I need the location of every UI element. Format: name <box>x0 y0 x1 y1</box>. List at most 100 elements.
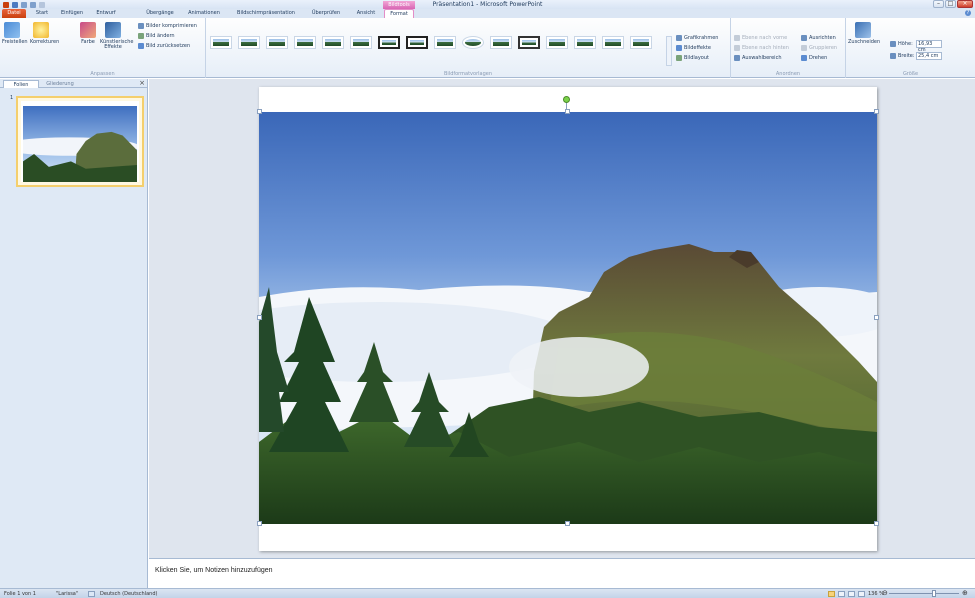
tab-start[interactable]: Start <box>30 9 54 18</box>
picture-style-11[interactable] <box>490 36 512 49</box>
group-label-groesse: Größe <box>902 71 919 77</box>
picture-style-5[interactable] <box>322 36 344 49</box>
resize-handle[interactable] <box>257 315 262 320</box>
notes-pane[interactable]: Klicken Sie, um Notizen hinzuzufügen <box>149 558 975 588</box>
slide-thumbnail[interactable] <box>16 96 144 187</box>
rotation-handle[interactable] <box>563 96 570 103</box>
close-button[interactable]: × <box>957 0 973 8</box>
width-input[interactable]: 25,4 cm <box>916 52 942 60</box>
color-button[interactable]: Farbe <box>78 22 98 45</box>
undo-icon[interactable] <box>21 2 27 8</box>
resize-handle[interactable] <box>257 109 262 114</box>
selection-pane-button[interactable]: Auswahlbereich <box>734 54 782 62</box>
picture-style-10[interactable] <box>462 36 484 49</box>
save-icon[interactable] <box>12 2 18 8</box>
picture-style-preview <box>382 40 396 45</box>
picture-style-2[interactable] <box>238 36 260 49</box>
slides-pane: Folien Gliederung × 1 <box>0 79 148 588</box>
picture-style-1[interactable] <box>210 36 232 49</box>
picture-layout-button[interactable]: Bildlayout <box>676 54 709 62</box>
resize-handle[interactable] <box>257 521 262 526</box>
picture-layout-label: Bildlayout <box>684 55 709 61</box>
customize-qat-icon[interactable] <box>39 2 45 8</box>
compress-pictures-button[interactable]: Bilder komprimieren <box>138 22 197 30</box>
spellcheck-icon[interactable] <box>88 591 95 597</box>
picture-style-16[interactable] <box>630 36 652 49</box>
powerpoint-logo-icon[interactable] <box>3 2 9 8</box>
slideshow-view-icon[interactable] <box>858 591 865 597</box>
tab-view[interactable]: Ansicht <box>350 9 382 18</box>
normal-view-icon[interactable] <box>828 591 835 597</box>
tab-animations[interactable]: Animationen <box>182 9 226 18</box>
picture-style-14[interactable] <box>574 36 596 49</box>
color-icon <box>80 22 96 38</box>
picture-style-12[interactable] <box>518 36 540 49</box>
zoom-in-icon[interactable]: ⊕ <box>962 589 968 597</box>
align-label: Ausrichten <box>809 35 836 41</box>
artistic-effects-button[interactable]: Künstlerische Effekte <box>100 22 133 50</box>
close-pane-icon[interactable]: × <box>139 79 145 87</box>
resize-handle[interactable] <box>874 109 879 114</box>
resize-handle[interactable] <box>874 315 879 320</box>
language-indicator[interactable]: Deutsch (Deutschland) <box>100 590 157 598</box>
rotate-icon <box>801 55 807 61</box>
reset-picture-icon <box>138 43 144 49</box>
maximize-button[interactable]: □ <box>945 0 956 8</box>
tab-slides[interactable]: Folien <box>3 80 39 88</box>
tab-file[interactable]: Datei <box>2 9 26 18</box>
tab-design[interactable]: Entwurf <box>90 9 122 18</box>
slide-info: Folie 1 von 1 <box>4 591 36 597</box>
crop-button[interactable]: Zuschneiden <box>848 22 880 45</box>
notes-placeholder[interactable]: Klicken Sie, um Notizen hinzuzufügen <box>155 567 273 574</box>
resize-handle[interactable] <box>565 109 570 114</box>
zoom-out-icon[interactable]: ⊖ <box>882 589 888 597</box>
change-picture-button[interactable]: Bild ändern <box>138 32 175 40</box>
redo-icon[interactable] <box>30 2 36 8</box>
help-icon[interactable]: ? <box>965 10 971 16</box>
rotate-button[interactable]: Drehen <box>801 54 827 62</box>
quick-access-toolbar <box>3 1 45 9</box>
tab-format[interactable]: Format <box>384 9 414 18</box>
picture-style-6[interactable] <box>350 36 372 49</box>
gallery-scroll-arrows[interactable] <box>666 36 672 66</box>
tab-transitions[interactable]: Übergänge <box>140 9 180 18</box>
picture-style-8[interactable] <box>406 36 428 49</box>
picture-style-4[interactable] <box>294 36 316 49</box>
reading-view-icon[interactable] <box>848 591 855 597</box>
tab-slideshow[interactable]: Bildschirmpräsentation <box>230 9 302 18</box>
resize-handle[interactable] <box>874 521 879 526</box>
reset-picture-button[interactable]: Bild zurücksetzen <box>138 42 190 50</box>
group-objects-button[interactable]: Gruppieren <box>801 44 837 52</box>
tab-review[interactable]: Überprüfen <box>305 9 347 18</box>
tab-outline[interactable]: Gliederung <box>40 80 80 88</box>
artistic-effects-label: Künstlerische Effekte <box>100 39 134 50</box>
slide-canvas[interactable] <box>257 87 879 551</box>
picture-style-15[interactable] <box>602 36 624 49</box>
picture-border-button[interactable]: Grafikrahmen <box>676 34 718 42</box>
align-icon <box>801 35 807 41</box>
picture-style-3[interactable] <box>266 36 288 49</box>
bring-forward-button[interactable]: Ebene nach vorne <box>734 34 787 42</box>
picture-style-7[interactable] <box>378 36 400 49</box>
height-input[interactable]: 16,93 cm <box>916 40 942 53</box>
picture-style-preview <box>633 39 649 46</box>
remove-background-button[interactable]: Freistellen <box>2 22 28 45</box>
remove-background-icon <box>4 22 20 38</box>
align-button[interactable]: Ausrichten <box>801 34 836 42</box>
rotate-label: Drehen <box>809 55 828 61</box>
minimize-button[interactable]: – <box>933 0 944 8</box>
group-objects-label: Gruppieren <box>809 45 838 51</box>
picture-style-13[interactable] <box>546 36 568 49</box>
picture-style-9[interactable] <box>434 36 456 49</box>
send-backward-button[interactable]: Ebene nach hinten <box>734 44 789 52</box>
group-label-anpassen: Anpassen <box>90 71 115 77</box>
tab-insert[interactable]: Einfügen <box>56 9 88 18</box>
zoom-slider-knob[interactable] <box>932 590 936 597</box>
window-controls: – □ × <box>933 0 973 8</box>
zoom-slider[interactable] <box>889 593 959 594</box>
slide-sorter-icon[interactable] <box>838 591 845 597</box>
picture-effects-button[interactable]: Bildeffekte <box>676 44 711 52</box>
slide-picture[interactable] <box>259 112 877 524</box>
resize-handle[interactable] <box>565 521 570 526</box>
corrections-button[interactable]: Korrekturen <box>30 22 59 45</box>
